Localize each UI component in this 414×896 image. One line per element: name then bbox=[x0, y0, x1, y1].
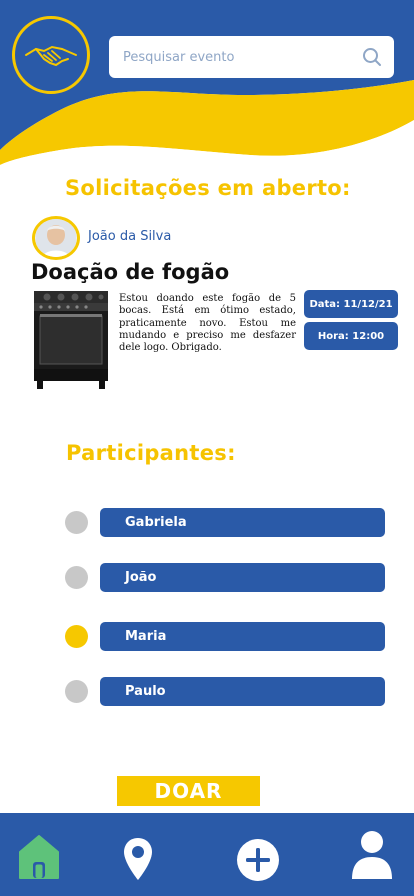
search-icon[interactable] bbox=[362, 47, 382, 67]
post-title: Doação de fogão bbox=[31, 260, 230, 284]
search-input[interactable] bbox=[123, 49, 362, 65]
participants-title: Participantes: bbox=[66, 441, 236, 465]
user-photo bbox=[36, 219, 76, 257]
participant-item[interactable]: Maria bbox=[100, 622, 385, 651]
stove-image bbox=[34, 291, 108, 389]
nav-location[interactable] bbox=[122, 836, 154, 882]
time-badge: Hora: 12:00 bbox=[304, 322, 398, 350]
post-description: Estou doando este fogão de 5 bocas. Está… bbox=[119, 293, 296, 354]
participant-radio[interactable] bbox=[65, 511, 88, 534]
date-badge: Data: 11/12/21 bbox=[304, 290, 398, 318]
bottom-nav bbox=[0, 813, 414, 896]
user-name[interactable]: João da Silva bbox=[88, 229, 171, 244]
search-bar[interactable] bbox=[109, 36, 394, 78]
nav-home[interactable] bbox=[18, 833, 60, 881]
app-logo[interactable] bbox=[12, 16, 90, 94]
location-pin-icon bbox=[124, 838, 152, 880]
participant-radio[interactable] bbox=[65, 566, 88, 589]
avatar[interactable] bbox=[32, 216, 80, 260]
nav-add[interactable] bbox=[235, 837, 281, 883]
handshake-icon bbox=[25, 45, 77, 67]
participant-item[interactable]: Paulo bbox=[100, 677, 385, 706]
nav-profile[interactable] bbox=[350, 829, 394, 881]
open-requests-title: Solicitações em aberto: bbox=[65, 176, 351, 200]
participant-radio[interactable] bbox=[65, 680, 88, 703]
participant-item[interactable]: João bbox=[100, 563, 385, 592]
participant-radio-selected[interactable] bbox=[65, 625, 88, 648]
participant-item[interactable]: Gabriela bbox=[100, 508, 385, 537]
add-icon bbox=[237, 839, 279, 881]
home-icon bbox=[19, 835, 59, 879]
donate-button[interactable]: DOAR bbox=[117, 776, 260, 806]
profile-icon bbox=[352, 831, 392, 879]
